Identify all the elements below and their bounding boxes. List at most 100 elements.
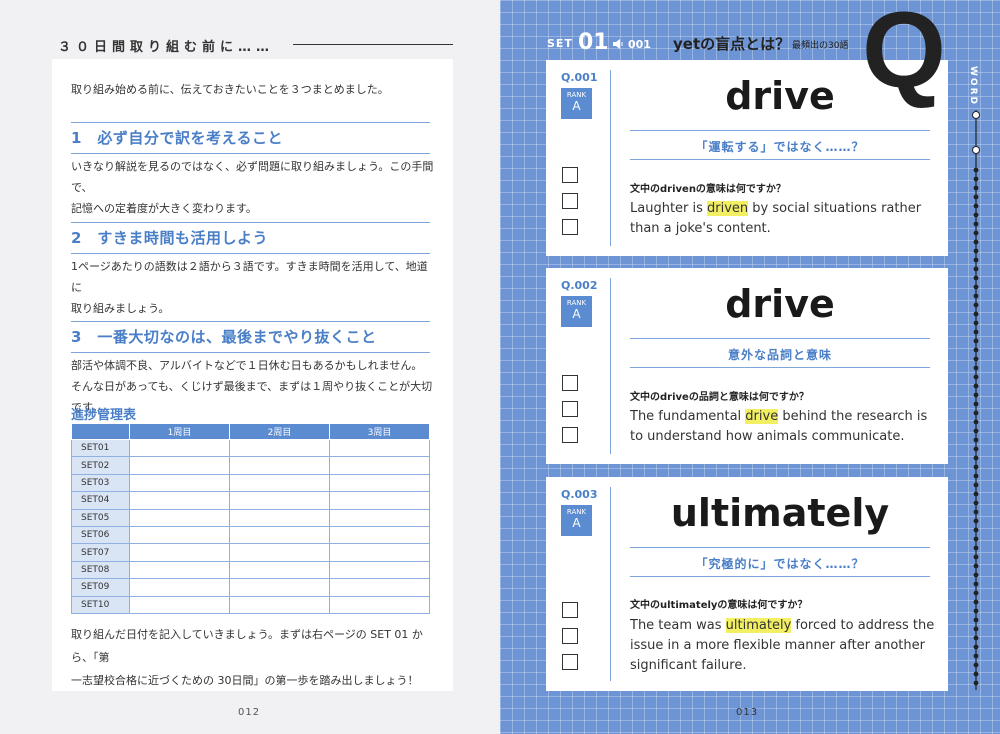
checkbox[interactable] <box>562 654 578 670</box>
card-divider <box>610 487 611 681</box>
checkbox[interactable] <box>562 628 578 644</box>
audio-track-number[interactable]: 001 <box>628 38 651 51</box>
checkbox[interactable] <box>562 193 578 209</box>
rail-dot <box>973 293 979 299</box>
rail-dot <box>973 185 979 191</box>
rank-value: A <box>572 99 581 113</box>
checkbox[interactable] <box>562 219 578 235</box>
date-cell[interactable] <box>129 491 230 510</box>
set-subtitle: 最頻出の30語 <box>792 41 849 51</box>
section-line: 取り組みましょう。 <box>71 302 170 315</box>
set-cell: SET05 <box>71 508 130 527</box>
rank-value: A <box>572 307 581 321</box>
rail-dot <box>973 302 979 308</box>
checkbox[interactable] <box>562 602 578 618</box>
dot-marker <box>972 146 980 154</box>
rail-dot <box>973 545 979 551</box>
set-cell: SET04 <box>71 491 130 510</box>
rail-dot <box>973 221 979 227</box>
date-cell[interactable] <box>129 508 230 527</box>
table-row: SET04 <box>71 491 430 510</box>
table-row: SET07 <box>71 543 430 562</box>
rail-dot <box>973 392 979 398</box>
question-text: 文中のdrivenの意味は何ですか？ <box>630 184 786 195</box>
date-cell[interactable] <box>129 525 230 545</box>
date-cell[interactable] <box>229 578 330 597</box>
date-cell[interactable] <box>329 543 430 562</box>
rail-dot <box>973 680 979 686</box>
rail-dot <box>973 167 979 173</box>
date-cell[interactable] <box>329 578 430 597</box>
separator <box>630 547 930 548</box>
date-cell[interactable] <box>229 491 330 510</box>
date-cell[interactable] <box>129 578 230 597</box>
footer-line: 取り組んだ日付を記入していきましょう。まずは右ページの SET 01 から、「第 <box>71 628 423 664</box>
date-cell[interactable] <box>329 473 430 493</box>
date-cell[interactable] <box>229 456 330 475</box>
table-row: SET05 <box>71 508 430 527</box>
page-number-right: 013 <box>736 707 759 718</box>
rail-dot <box>973 194 979 200</box>
sentence-part: Laughter is <box>630 201 708 216</box>
rail-dot <box>973 446 979 452</box>
date-cell[interactable] <box>129 595 230 614</box>
rank-badge: RANK A <box>561 505 592 536</box>
date-cell[interactable] <box>329 508 430 527</box>
header-rule <box>293 44 453 45</box>
date-cell[interactable] <box>329 595 430 614</box>
date-cell[interactable] <box>329 491 430 510</box>
checkbox[interactable] <box>562 167 578 183</box>
separator <box>630 367 930 368</box>
rail-dot <box>973 455 979 461</box>
date-cell[interactable] <box>129 438 230 458</box>
set-cell: SET10 <box>71 595 130 614</box>
date-cell[interactable] <box>229 525 330 545</box>
date-cell[interactable] <box>129 543 230 562</box>
big-q-letter: Q <box>862 0 947 110</box>
checkbox[interactable] <box>562 375 578 391</box>
date-cell[interactable] <box>229 438 330 458</box>
date-cell[interactable] <box>129 560 230 580</box>
section-body-1: いきなり解説を見るのではなく、必ず問題に取り組みましょう。この手間で、 記憶への… <box>71 156 436 219</box>
rail-dot <box>973 320 979 326</box>
question-number: Q.001 <box>561 71 598 84</box>
date-cell[interactable] <box>229 560 330 580</box>
date-cell[interactable] <box>229 473 330 493</box>
card-divider <box>610 70 611 246</box>
date-cell[interactable] <box>129 456 230 475</box>
rail-dot <box>973 500 979 506</box>
rail-dot <box>973 482 979 488</box>
date-cell[interactable] <box>329 456 430 475</box>
date-cell[interactable] <box>329 525 430 545</box>
date-cell[interactable] <box>229 543 330 562</box>
rail-dot <box>973 239 979 245</box>
rank-value: A <box>572 516 581 530</box>
right-page: SET 01 001 yetの盲点とは？ 最頻出の30語 Q.001 RANK … <box>500 0 1000 734</box>
checkbox[interactable] <box>562 401 578 417</box>
date-cell[interactable] <box>229 595 330 614</box>
rail-dot <box>973 662 979 668</box>
progress-table: 1周目 2周目 3周目 SET01 SET02 SET03 SET04 SET0… <box>71 423 430 614</box>
date-cell[interactable] <box>129 473 230 493</box>
rail-dot <box>973 581 979 587</box>
hint-text: 「運転する」ではなく……？ <box>695 140 865 154</box>
rail-dot <box>973 671 979 677</box>
date-cell[interactable] <box>229 508 330 527</box>
rail-dot <box>973 248 979 254</box>
set-cell: SET08 <box>71 560 130 580</box>
rank-label: RANK <box>566 508 587 516</box>
rail-dot <box>973 464 979 470</box>
rail-dot <box>973 410 979 416</box>
rail-dot <box>973 563 979 569</box>
checkbox[interactable] <box>562 427 578 443</box>
rail-dot <box>973 635 979 641</box>
headword: drive <box>725 282 835 326</box>
speaker-icon[interactable] <box>612 38 624 50</box>
date-cell[interactable] <box>329 438 430 458</box>
section-line: 部活や体調不良、アルバイトなどで１日休む日もあるかもしれません。 <box>71 359 423 372</box>
date-cell[interactable] <box>329 560 430 580</box>
rail-dot <box>973 608 979 614</box>
footer-line: 一志望校合格に近づくための 30日間」の第一歩を踏み出しましょう！ <box>71 674 419 687</box>
rail-dot <box>973 617 979 623</box>
progress-header-cell: 2周目 <box>229 423 330 440</box>
